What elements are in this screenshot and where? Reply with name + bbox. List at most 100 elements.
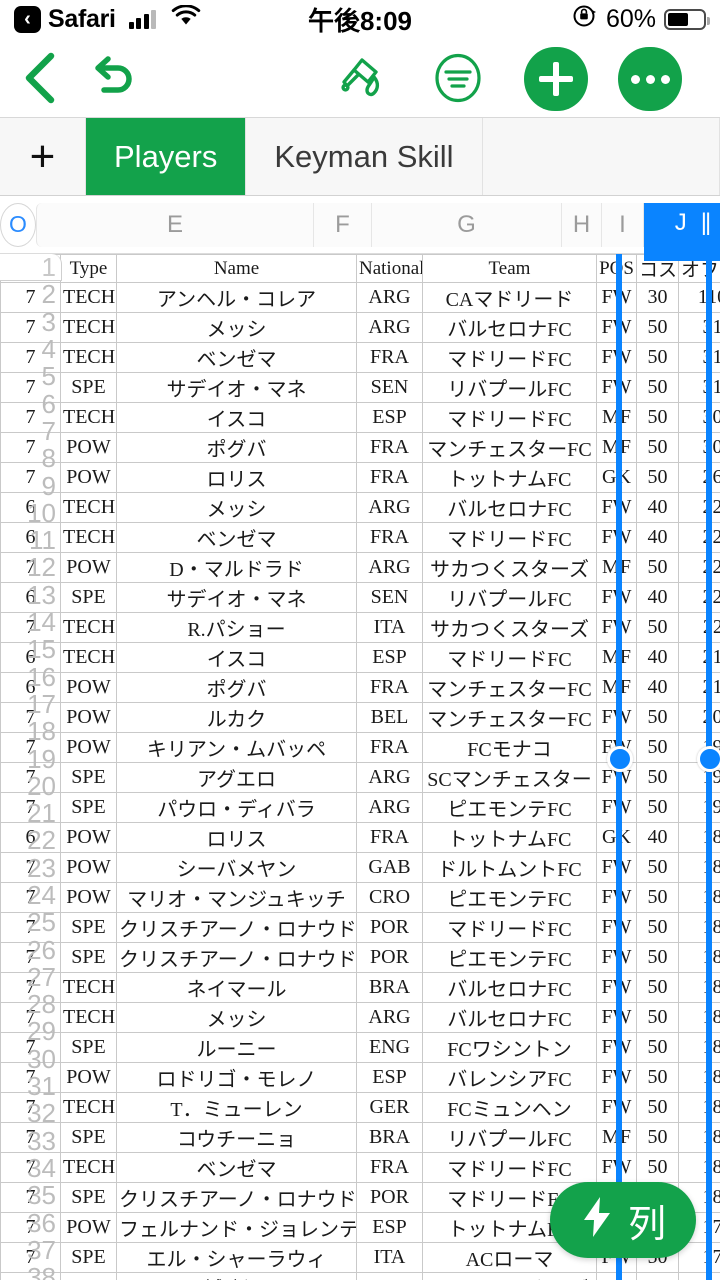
cell-cost[interactable]: 50 [636,942,679,973]
cell-offense[interactable]: 3186 [678,342,720,373]
cell-pos[interactable]: MF [596,642,637,673]
cell-team[interactable]: マドリードFC [422,522,597,553]
cell-national[interactable]: SEN [356,372,423,403]
cell-star[interactable]: 6 [0,492,61,523]
cell-type[interactable]: SPE [60,762,117,793]
back-to-app-chevron-icon[interactable]: ‹ [14,5,41,33]
paint-roller-icon[interactable] [328,47,390,109]
cell-team[interactable]: マドリードFC [422,642,597,673]
cell-pos[interactable]: FW [596,702,637,733]
cell-star[interactable]: 7 [0,912,61,943]
cell-national[interactable]: FRA [356,462,423,493]
back-to-app-label[interactable]: Safari [48,5,116,34]
cell-team[interactable]: マンチェスターFC [422,702,597,733]
cell-offense[interactable]: 1795 [678,1272,720,1280]
cell-name[interactable]: アンヘル・コレア [116,282,357,313]
table-row[interactable]: 7SPEパウロ・ディバラARGピエモンテFCFW501912 [0,792,720,823]
cell-pos[interactable]: FW [596,972,637,1003]
cell-national[interactable]: BRA [356,972,423,1003]
cell-name[interactable]: R.パショー [116,612,357,643]
cell-name[interactable]: 城 彰二 [116,1272,357,1280]
cell-team[interactable]: マンチェスターFC [422,432,597,463]
cell-star[interactable]: 7 [0,402,61,433]
cell-pos[interactable]: FW [596,792,637,823]
cell-name[interactable]: イスコ [116,642,357,673]
cell-pos[interactable]: FW [596,1152,637,1183]
cell-cost[interactable]: 50 [636,342,679,373]
cell-offense[interactable]: 1862 [678,882,720,913]
cell-name[interactable]: ベンゼマ [116,342,357,373]
cell-team[interactable]: サカつくスターズ [422,1272,597,1280]
spreadsheet-grid[interactable]: Star Type Name National Team POS コスト オフェ… [0,254,720,1280]
column-header-g[interactable]: G [372,202,562,247]
cell-cost[interactable]: 40 [636,522,679,553]
cell-national[interactable]: ENG [356,1032,423,1063]
cell-offense[interactable]: 2251 [678,582,720,613]
cell-name[interactable]: コウチーニョ [116,1122,357,1153]
cell-name[interactable]: アグエロ [116,762,357,793]
cell-name[interactable]: ルーニー [116,1032,357,1063]
cell-cost[interactable]: 50 [636,552,679,583]
column-header-h[interactable]: H [562,202,602,247]
table-row[interactable]: 7SPEコウチーニョBRAリバプールFCMF501807 [0,1122,720,1153]
column-header-f[interactable]: F [314,202,372,247]
table-row[interactable]: 7POWマリオ・マンジュキッチCROピエモンテFCFW501862 [0,882,720,913]
cell-national[interactable]: FRA [356,822,423,853]
cell-national[interactable]: FRA [356,672,423,703]
cell-pos[interactable]: FW [596,342,637,373]
cell-type[interactable]: POW [60,882,117,913]
cell-type[interactable]: POW [60,462,117,493]
cell-national[interactable]: ARG [356,762,423,793]
cell-star[interactable]: 7 [0,882,61,913]
table-row[interactable]: 7POWロリスFRAトットナムFCGK502626 [0,462,720,493]
cell-pos[interactable]: FW [596,1062,637,1093]
cell-team[interactable]: サカつくスターズ [422,612,597,643]
cell-offense[interactable]: 1830 [678,1032,720,1063]
cell-pos[interactable]: FW [596,612,637,643]
cell-name[interactable]: ルカク [116,702,357,733]
more-options-button[interactable] [618,47,682,111]
cell-pos[interactable]: MF [596,432,637,463]
cell-star[interactable]: 7 [0,282,61,313]
cell-pos[interactable]: FW [596,1032,637,1063]
cell-cost[interactable]: 40 [636,582,679,613]
cell-name[interactable]: サデイオ・マネ [116,372,357,403]
cell-pos[interactable]: MF [596,1122,637,1153]
cell-offense[interactable]: 2276 [678,522,720,553]
cell-cost[interactable]: 40 [636,492,679,523]
cell-offense[interactable]: 1912 [678,792,720,823]
table-row[interactable]: 7TECHイスコESPマドリードFCMF503035 [0,402,720,433]
cell-team[interactable]: バレンシアFC [422,1062,597,1093]
cell-team[interactable]: マドリードFC [422,912,597,943]
table-row[interactable]: 7SPEクリスチアーノ・ロナウドPORマドリードFCFW501856 [0,912,720,943]
cell-national[interactable]: POR [356,942,423,973]
cell-offense[interactable]: 1875 [678,852,720,883]
cell-team[interactable]: バルセロナFC [422,492,597,523]
cell-star[interactable]: 6 [0,522,61,553]
cell-type[interactable]: SPE [60,792,117,823]
cell-pos[interactable]: FW [596,852,637,883]
cell-type[interactable]: SPE [60,372,117,403]
cell-cost[interactable]: 50 [636,1032,679,1063]
cell-type[interactable]: POW [60,432,117,463]
cell-cost[interactable]: 40 [636,822,679,853]
selection-handle-right[interactable] [697,746,720,772]
select-all-handle[interactable]: O [0,202,36,247]
cell-pos[interactable]: FW [596,522,637,553]
cell-team[interactable]: FCモナコ [422,732,597,763]
table-row[interactable]: 6POWロリスFRAトットナムFCGK401876 [0,822,720,853]
table-row[interactable]: 7SPEサデイオ・マネSENリバプールFCFW503151 [0,372,720,403]
cell-offense[interactable]: 1807 [678,1122,720,1153]
add-button[interactable] [524,47,588,111]
cell-offense[interactable]: 1812 [678,1062,720,1093]
cell-cost[interactable]: 50 [636,1272,679,1280]
cell-national[interactable]: FRA [356,1152,423,1183]
cell-national[interactable]: ESP [356,642,423,673]
cell-offense[interactable]: 2267 [678,552,720,583]
cell-cost[interactable]: 50 [636,312,679,343]
cell-offense[interactable]: 1876 [678,822,720,853]
table-row[interactable]: 7POWロドリゴ・モレノESPバレンシアFCFW501812 [0,1062,720,1093]
cell-offense[interactable]: 1851 [678,972,720,1003]
table-row[interactable]: 7TECHアンヘル・コレアARGCAマドリードFW3011047 [0,282,720,313]
cell-national[interactable]: POR [356,1182,423,1213]
